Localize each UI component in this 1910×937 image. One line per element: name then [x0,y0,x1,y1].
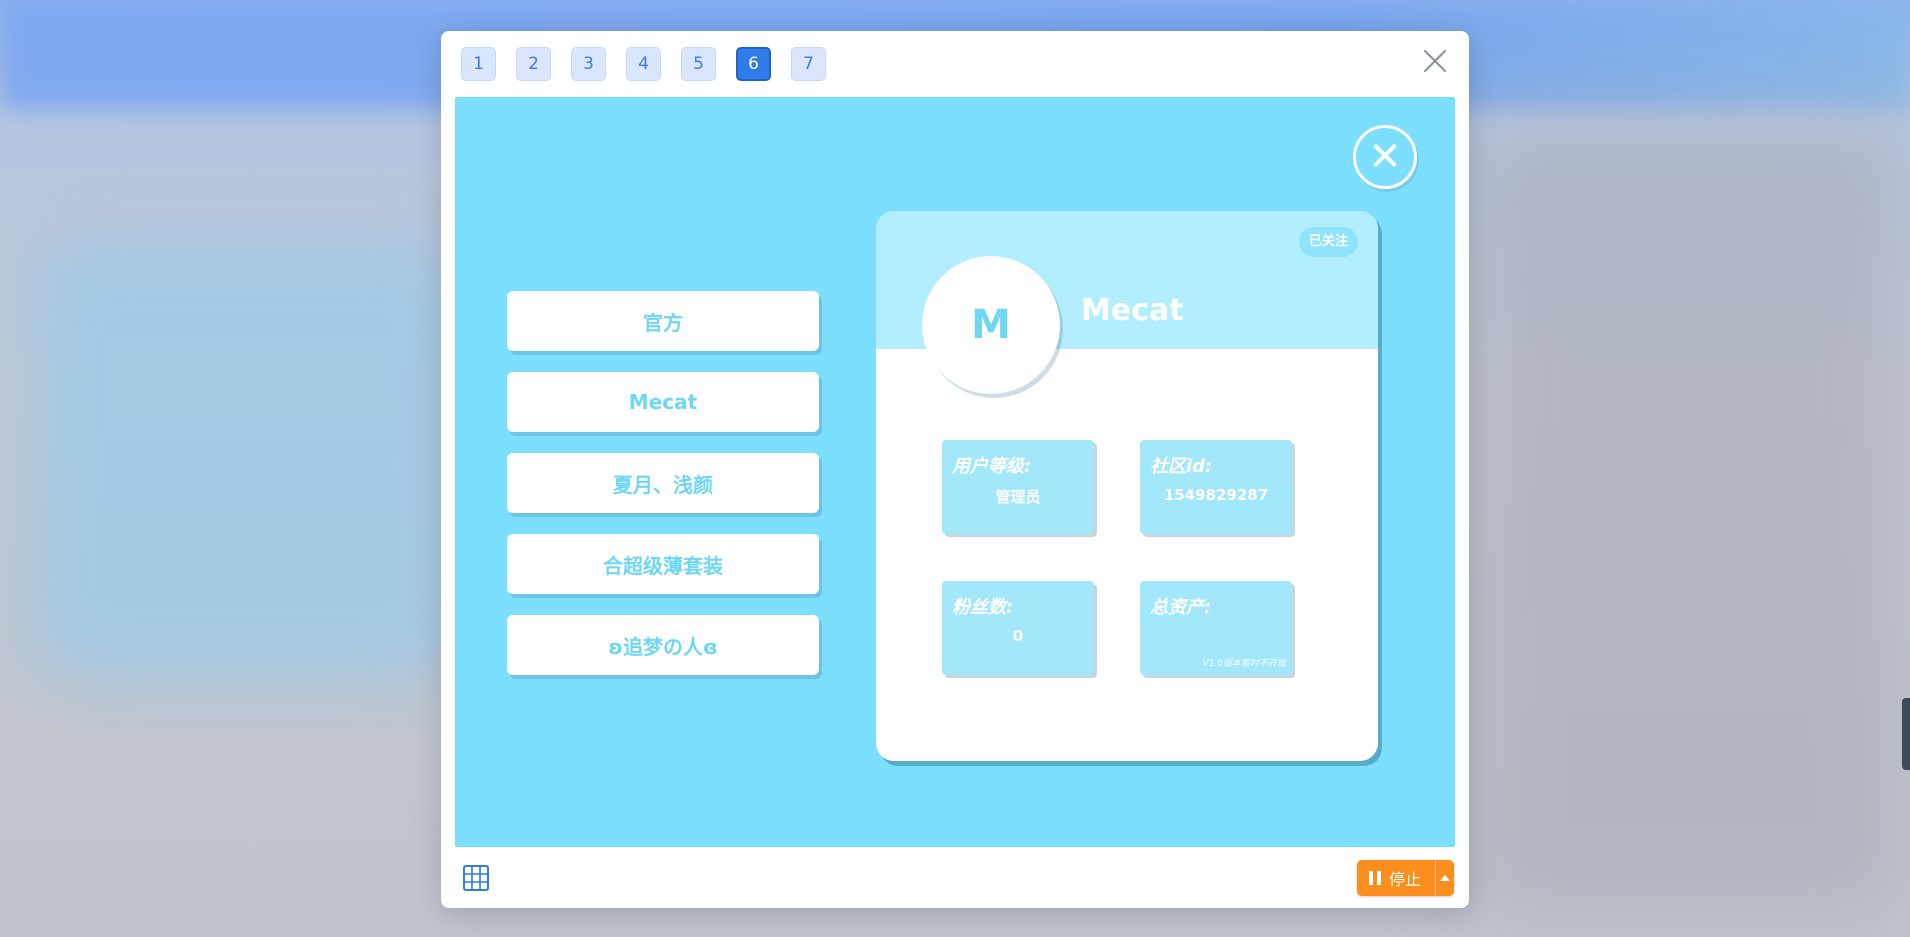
stat-value: 1549829287 [1163,486,1269,504]
background-right-blur [1470,120,1910,920]
menu-item-official[interactable]: 官方 [507,291,819,351]
stat-fans: 粉丝数: 0 [942,581,1094,675]
follow-badge[interactable]: 已关注 [1298,227,1358,257]
profile-card: 已关注 M Mecat 用户等级: 管理员 社区id: 1549829287 粉… [876,211,1378,761]
caret-up-icon [1440,875,1450,881]
grid-icon[interactable] [463,865,489,891]
stage-close-button[interactable]: ✕ [1353,125,1417,189]
stat-label: 粉丝数: [952,597,1014,618]
menu-item-mecat[interactable]: Mecat [507,372,819,432]
profile-username: Mecat [1081,293,1184,328]
pause-icon [1369,871,1381,885]
stage-canvas: ✕ 官方 Mecat 夏月、浅颜 合超级薄套装 ʚ追梦の人ɞ 已关注 M Mec… [455,97,1455,847]
stat-label: 社区id: [1150,456,1213,477]
stat-user-level: 用户等级: 管理员 [942,440,1094,534]
page-button-2[interactable]: 2 [516,47,551,81]
avatar: M [922,256,1060,394]
menu-item-xiayue[interactable]: 夏月、浅颜 [507,453,819,513]
stat-community-id: 社区id: 1549829287 [1140,440,1292,534]
menu-item-dreamer[interactable]: ʚ追梦の人ɞ [507,615,819,675]
side-edge-tab[interactable] [1902,698,1910,770]
stop-label: 停止 [1389,870,1422,889]
stat-value: 0 [1012,627,1024,645]
stat-label: 用户等级: [952,456,1032,477]
dialog-close-icon[interactable] [1419,45,1451,77]
page-button-4[interactable]: 4 [626,47,661,81]
stat-total-assets: 总资产: V1.0版本暂时不开放 [1140,581,1292,675]
page-button-3[interactable]: 3 [571,47,606,81]
page-button-6[interactable]: 6 [736,47,771,81]
user-menu: 官方 Mecat 夏月、浅颜 合超级薄套装 ʚ追梦の人ɞ [507,291,819,675]
background-left-blur [30,240,470,680]
stat-label: 总资产: [1150,597,1212,618]
stop-options-button[interactable] [1436,875,1454,881]
page-pager: 1 2 3 4 5 6 7 [461,47,826,81]
page-button-5[interactable]: 5 [681,47,716,81]
stat-value: 管理员 [995,488,1041,506]
page-button-7[interactable]: 7 [791,47,826,81]
stop-main[interactable]: 停止 [1357,866,1435,890]
stat-note: V1.0版本暂时不开放 [1202,659,1286,669]
preview-dialog: 1 2 3 4 5 6 7 ✕ 官方 Mecat 夏月、浅颜 合超级薄套装 ʚ追… [441,31,1469,908]
page-button-1[interactable]: 1 [461,47,496,81]
menu-item-suite[interactable]: 合超级薄套装 [507,534,819,594]
stop-button[interactable]: 停止 [1357,860,1454,896]
